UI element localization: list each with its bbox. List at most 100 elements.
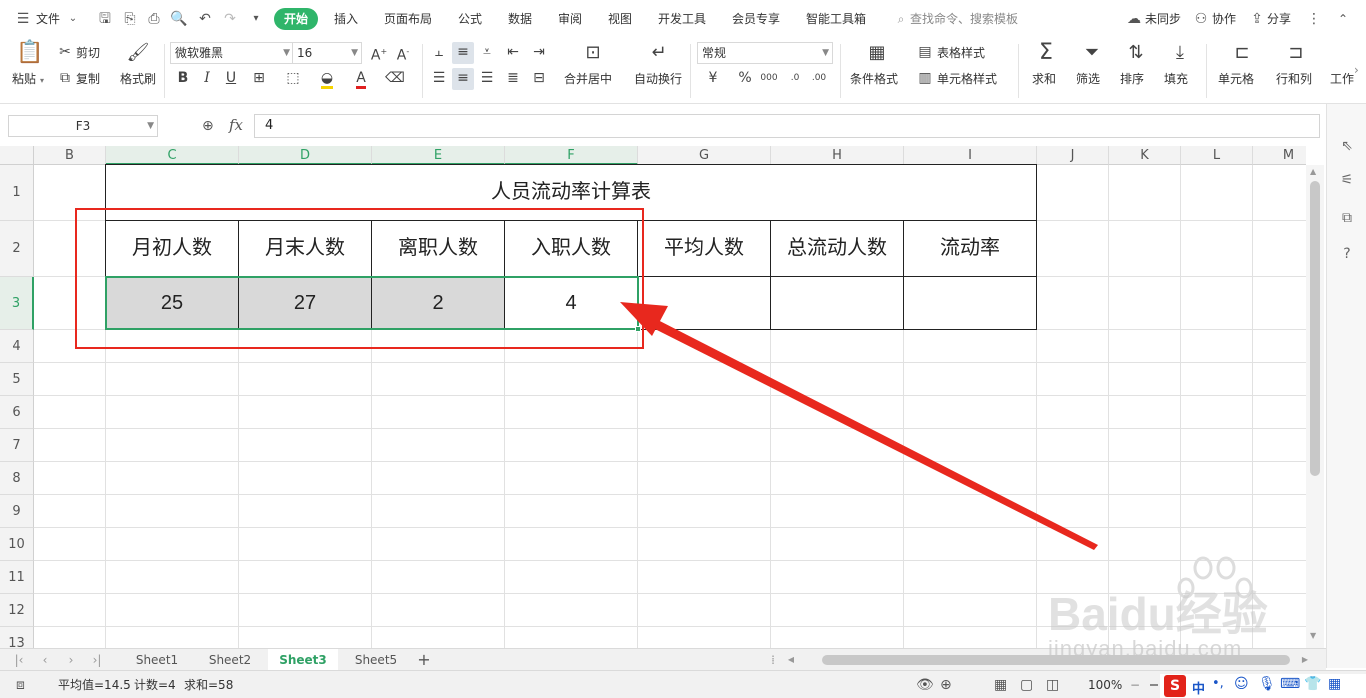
decrease-font-icon[interactable]: A- — [392, 42, 414, 64]
table-style-icon[interactable]: ▤ — [914, 42, 936, 64]
formula-input[interactable]: 4 — [254, 114, 1320, 138]
merge-center-button[interactable]: 合并居中 — [564, 71, 612, 87]
zoom-level[interactable]: 100% — [1088, 678, 1122, 692]
header-cell-turnover-rate[interactable]: 流动率 — [903, 220, 1037, 277]
collapse-ribbon-icon[interactable]: ⌃ — [1334, 10, 1352, 28]
worksheet-button[interactable]: 工作 — [1330, 71, 1354, 87]
file-menu[interactable]: 文件 — [36, 10, 60, 28]
header-cell-hired[interactable]: 入职人数 — [504, 220, 638, 277]
font-color-icon[interactable]: A — [350, 68, 372, 90]
decrease-indent-icon[interactable]: ⇤ — [502, 42, 524, 64]
distribute-icon[interactable]: ⊟ — [528, 68, 550, 90]
spreadsheet-grid[interactable]: B C D E F G H I J K L M 1 2 3 4 5 6 7 8 … — [0, 146, 1306, 648]
help-icon[interactable]: ? — [1337, 244, 1357, 264]
filter-icon[interactable]: ⏷ — [1080, 42, 1104, 64]
conditional-format-button[interactable]: 条件格式 — [850, 71, 898, 87]
currency-icon[interactable]: ¥ — [702, 68, 724, 90]
font-name-select[interactable]: 微软雅黑 ▼ — [170, 42, 294, 64]
sheet-tab-sheet5[interactable]: Sheet5 — [341, 649, 411, 671]
format-painter-button[interactable]: 格式刷 — [120, 71, 156, 87]
column-header-k[interactable]: K — [1109, 146, 1181, 165]
value-cell-c3[interactable]: 25 — [105, 276, 239, 330]
tab-home[interactable]: 开始 — [274, 8, 319, 30]
unsync-status[interactable]: 未同步 — [1145, 10, 1181, 28]
properties-icon[interactable]: ⚟ — [1337, 170, 1357, 190]
increase-decimal-icon[interactable]: .0 — [784, 68, 806, 90]
row-header-10[interactable]: 10 — [0, 528, 34, 561]
paste-icon[interactable]: 📋 — [16, 42, 43, 64]
scroll-up-icon[interactable]: ▲ — [1310, 167, 1316, 176]
increase-indent-icon[interactable]: ⇥ — [528, 42, 550, 64]
paste-dropdown-icon[interactable]: ▾ — [40, 73, 44, 89]
select-all-corner[interactable] — [0, 146, 34, 165]
format-painter-icon[interactable]: 🖌 — [126, 42, 150, 64]
tab-formulas[interactable]: 公式 — [458, 10, 482, 28]
punctuation-icon[interactable]: •, — [1212, 676, 1224, 691]
collaborate-button[interactable]: 协作 — [1212, 10, 1236, 28]
row-header-9[interactable]: 9 — [0, 495, 34, 528]
column-header-i[interactable]: I — [904, 146, 1037, 165]
export-icon[interactable]: ⎘ — [121, 10, 139, 28]
eye-protection-icon[interactable]: 👁 — [916, 676, 934, 694]
more-icon[interactable]: ⋮ — [1305, 10, 1323, 28]
cell-icon[interactable]: ⊏ — [1230, 42, 1254, 64]
zoom-formula-icon[interactable]: ⊕ — [202, 118, 214, 134]
horizontal-scroll-thumb[interactable] — [822, 655, 1290, 665]
prev-sheet-icon[interactable]: ‹ — [36, 651, 54, 669]
splitter-icon[interactable]: ⁞ — [764, 651, 782, 669]
first-sheet-icon[interactable]: |‹ — [10, 651, 28, 669]
row-header-4[interactable]: 4 — [0, 330, 34, 363]
insert-function-icon[interactable]: fx — [229, 116, 243, 134]
column-header-d[interactable]: D — [239, 146, 372, 165]
align-left-icon[interactable]: ☰ — [428, 68, 450, 90]
header-cell-month-start[interactable]: 月初人数 — [105, 220, 239, 277]
copy-button[interactable]: 复制 — [76, 71, 100, 87]
scroll-down-icon[interactable]: ▼ — [1310, 631, 1316, 640]
row-header-7[interactable]: 7 — [0, 429, 34, 462]
next-sheet-icon[interactable]: › — [62, 651, 80, 669]
value-cell-f3[interactable]: 4 — [504, 276, 638, 330]
add-sheet-icon[interactable]: + — [415, 651, 433, 669]
column-header-b[interactable]: B — [34, 146, 106, 165]
share-button[interactable]: 分享 — [1267, 10, 1291, 28]
row-header-8[interactable]: 8 — [0, 462, 34, 495]
column-header-l[interactable]: L — [1181, 146, 1253, 165]
justify-icon[interactable]: ≣ — [502, 68, 524, 90]
merge-center-icon[interactable]: ⊡ — [580, 42, 606, 64]
align-bottom-icon[interactable]: ⩡ — [476, 42, 498, 64]
value-cell-e3[interactable]: 2 — [371, 276, 505, 330]
command-search[interactable]: 查找命令、搜索模板 — [910, 10, 1018, 28]
vertical-scrollbar[interactable]: ▲ ▼ — [1306, 165, 1324, 648]
cell-button[interactable]: 单元格 — [1218, 71, 1254, 87]
fill-handle[interactable] — [635, 326, 641, 332]
hscroll-right-icon[interactable]: ▶ — [1296, 651, 1314, 669]
wrap-text-button[interactable]: 自动换行 — [634, 71, 682, 87]
tab-review[interactable]: 审阅 — [558, 10, 582, 28]
emoji-icon[interactable]: ☺ — [1234, 676, 1249, 692]
last-sheet-icon[interactable]: ›| — [88, 651, 106, 669]
column-header-m[interactable]: M — [1253, 146, 1306, 165]
percent-icon[interactable]: % — [734, 68, 756, 90]
save-icon[interactable]: 🖫 — [96, 10, 114, 28]
header-cell-resigned[interactable]: 离职人数 — [371, 220, 505, 277]
align-right-icon[interactable]: ☰ — [476, 68, 498, 90]
table-title[interactable]: 人员流动率计算表 — [105, 164, 1037, 221]
sheet-tab-sheet1[interactable]: Sheet1 — [122, 649, 192, 671]
row-header-1[interactable]: 1 — [0, 165, 34, 221]
undo-icon[interactable]: ↶ — [196, 10, 214, 28]
bold-icon[interactable]: B — [172, 68, 194, 90]
microphone-icon[interactable]: 🎙 — [1258, 676, 1276, 692]
row-header-13[interactable]: 13 — [0, 627, 34, 648]
select-cursor-icon[interactable]: ⇖ — [1337, 136, 1357, 156]
conditional-format-icon[interactable]: ▦ — [864, 42, 890, 64]
value-cell-d3[interactable]: 27 — [238, 276, 372, 330]
sort-icon[interactable]: ⇅ — [1124, 42, 1148, 64]
column-header-g[interactable]: G — [638, 146, 771, 165]
row-header-3[interactable]: 3 — [0, 277, 34, 330]
tab-member[interactable]: 会员专享 — [732, 10, 780, 28]
header-cell-month-end[interactable]: 月末人数 — [238, 220, 372, 277]
header-cell-total-flow[interactable]: 总流动人数 — [770, 220, 904, 277]
sum-icon[interactable]: Σ — [1034, 42, 1058, 64]
print-icon[interactable]: ⎙ — [145, 10, 163, 28]
row-header-6[interactable]: 6 — [0, 396, 34, 429]
